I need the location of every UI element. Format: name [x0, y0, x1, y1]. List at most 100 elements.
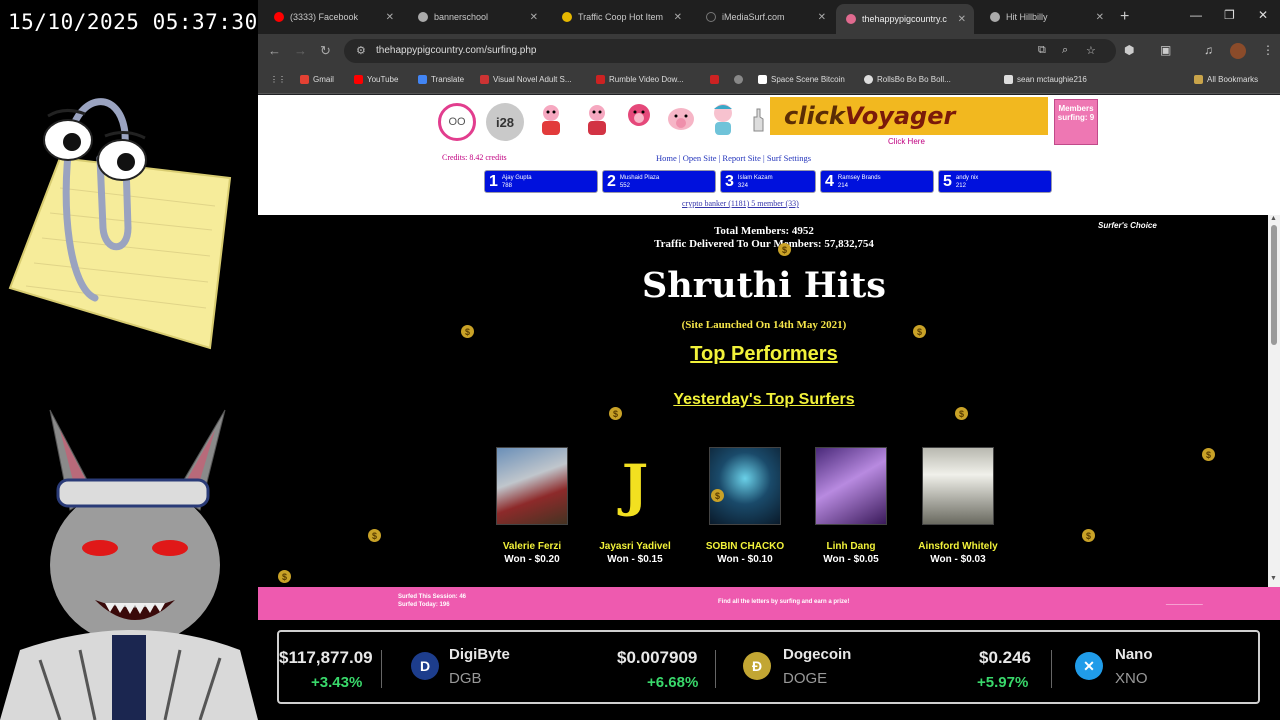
surfer-winnings: Won - $0.10 [717, 554, 773, 565]
surfer-winnings: Won - $0.05 [823, 554, 879, 565]
apps-grid-icon[interactable]: ⋮⋮ [270, 75, 286, 84]
click-here-link[interactable]: Click Here [888, 137, 925, 146]
click-voyager-ad-banner[interactable]: click Voyager [770, 97, 1048, 135]
bookmark-youtube[interactable]: YouTube [354, 75, 398, 84]
ticker-price: $0.246 [979, 648, 1031, 667]
tab-bar: (3333) Facebook ✕ bannerschool ✕ Traffic… [258, 0, 1280, 34]
profile-avatar[interactable] [1230, 43, 1246, 59]
close-tab-icon[interactable]: ✕ [1096, 12, 1104, 23]
ranking-item[interactable]: 3 Islam Kazam 324 [720, 170, 816, 193]
site-title: Shruthi Hits [642, 265, 886, 306]
forward-icon[interactable]: → [294, 43, 307, 58]
surfer-name: Linh Dang [826, 541, 876, 552]
pig-button-3-icon[interactable] [622, 101, 656, 139]
sponsor-banner-link[interactable]: crypto banker (1181) 5 member (33) [682, 199, 799, 208]
bookmark-icon-only-2[interactable] [734, 75, 743, 84]
ranking-item[interactable]: 5 andy nix 212 [938, 170, 1052, 193]
bookmark-translate[interactable]: Translate [418, 75, 464, 84]
pig-button-1-icon[interactable] [534, 101, 568, 139]
all-bookmarks-label: All Bookmarks [1207, 75, 1259, 84]
falling-coin-icon: $ [711, 489, 724, 502]
media-icon[interactable]: ♫ [1204, 43, 1213, 57]
maximize-icon[interactable]: ❐ [1224, 8, 1235, 22]
ticker-change: +5.97% [977, 674, 1029, 691]
site-info-icon[interactable]: ⚙ [356, 44, 366, 57]
session-stats: Surfed This Session: 46 Surfed Today: 19… [398, 593, 466, 609]
tab-label: (3333) Facebook [290, 12, 359, 22]
tab-bannerschool[interactable]: bannerschool ✕ [408, 6, 546, 28]
bookmark-gmail[interactable]: Gmail [300, 75, 334, 84]
coin-symbol: DGB [449, 670, 482, 687]
counter-circle: i28 [486, 103, 524, 141]
tab-search-icon[interactable]: ▣ [1160, 43, 1171, 57]
close-tab-icon[interactable]: ✕ [674, 12, 682, 23]
ranking-item[interactable]: 2 Mushaid Plaza 552 [602, 170, 716, 193]
bookmark-sean[interactable]: sean mctaughie216 [1004, 75, 1087, 84]
rank-name: Ajay Gupta [501, 174, 532, 181]
pig-button-4-icon[interactable] [664, 101, 698, 139]
ranking-item[interactable]: 4 Ramsey Brands 214 [820, 170, 934, 193]
visual-novel-icon [480, 75, 489, 84]
bookmark-visual-novel[interactable]: Visual Novel Adult S... [480, 75, 572, 84]
bookmarks-bar: ⋮⋮ Gmail YouTube Translate Visual Novel … [258, 68, 1280, 94]
scrollbar-thumb[interactable] [1271, 225, 1277, 345]
coin-symbol: XNO [1115, 670, 1148, 687]
zoom-icon[interactable]: ⌕ [1062, 44, 1068, 57]
tab-happypig-active[interactable]: thehappypigcountry.c ✕ [836, 4, 974, 34]
close-tab-icon[interactable]: ✕ [530, 12, 538, 23]
bookmark-icon-only-1[interactable] [710, 75, 719, 84]
scroll-down-icon[interactable]: ▼ [1270, 575, 1277, 582]
bookmark-space-scene[interactable]: Space Scene Bitcoin [758, 75, 845, 84]
close-tab-icon[interactable]: ✕ [386, 12, 394, 23]
tab-imediasurf[interactable]: iMediaSurf.com ✕ [696, 6, 834, 28]
falling-coin-icon: $ [778, 243, 791, 256]
menu-kebab-icon[interactable]: ⋮ [1262, 43, 1274, 57]
new-tab-icon[interactable]: + [1120, 8, 1129, 26]
surf-nav-links[interactable]: Home | Open Site | Report Site | Surf Se… [656, 153, 811, 163]
falling-coin-icon: $ [461, 325, 474, 338]
tab-facebook[interactable]: (3333) Facebook ✕ [264, 6, 402, 28]
yesterday-top-surfers-link[interactable]: Yesterday's Top Surfers [258, 391, 1270, 409]
tab-traffic-coop[interactable]: Traffic Coop Hot Item ✕ [552, 6, 690, 28]
close-tab-icon[interactable]: ✕ [818, 12, 826, 23]
dogecoin-logo-icon: Ð [743, 652, 771, 680]
traffic-coop-favicon-icon [562, 12, 572, 22]
bookmark-label: Gmail [313, 75, 334, 84]
tab-label: bannerschool [434, 12, 489, 22]
space-scene-icon [758, 75, 767, 84]
back-icon[interactable]: ← [268, 43, 281, 58]
tab-hit-hillbilly[interactable]: Hit Hillbilly ✕ [980, 6, 1112, 28]
traffic-delivered-text: Traffic Delivered To Our Members: 57,832… [654, 238, 874, 250]
surfed-today-text: Surfed Today: 196 [398, 602, 450, 608]
address-bar[interactable]: ⚙ thehappypigcountry.com/surfing.php ⧉ ⌕… [344, 39, 1116, 63]
top-performers-link[interactable]: Top Performers [258, 343, 1270, 366]
top-surfer-card: Ainsford Whitely Won - $0.03 [903, 447, 1013, 565]
surf-bar-header: OO i28 click Voyager Click Here Members s… [258, 95, 1280, 215]
minimize-icon[interactable]: — [1190, 8, 1202, 22]
bookmark-rumble[interactable]: Rumble Video Dow... [596, 75, 684, 84]
scroll-up-icon[interactable]: ▲ [1270, 215, 1277, 222]
bookmark-label: RollsBo Bo Bo Boll... [877, 75, 951, 84]
ticker-separator [715, 650, 716, 688]
page-scrollbar[interactable]: ▲ ▼ [1268, 215, 1280, 587]
tab-label: thehappypigcountry.c [862, 14, 947, 24]
coin-name: DigiByte [449, 646, 510, 663]
install-app-icon[interactable]: ⧉ [1038, 44, 1046, 57]
url-text[interactable]: thehappypigcountry.com/surfing.php [376, 45, 536, 56]
close-window-icon[interactable]: ✕ [1258, 8, 1268, 22]
all-bookmarks-button[interactable]: All Bookmarks [1194, 75, 1258, 84]
web-page: OO i28 click Voyager Click Here Members s… [258, 95, 1280, 620]
reload-icon[interactable]: ↻ [320, 43, 331, 59]
ranking-item[interactable]: 1 Ajay Gupta 788 [484, 170, 598, 193]
rank-number: 5 [943, 172, 952, 190]
close-tab-icon[interactable]: ✕ [958, 14, 966, 25]
ticker-price: $0.007909 [617, 648, 698, 667]
extensions-icon[interactable]: ⬢ [1124, 43, 1134, 57]
surfer-name: Ainsford Whitely [918, 541, 998, 552]
sean-icon [1004, 75, 1013, 84]
bookmark-rollsbo[interactable]: RollsBo Bo Bo Boll... [864, 75, 951, 84]
pig-button-2-icon[interactable] [580, 101, 614, 139]
digibyte-logo-icon: D [411, 652, 439, 680]
bookmark-star-icon[interactable]: ☆ [1086, 44, 1096, 57]
pig-button-5-icon[interactable] [706, 101, 740, 139]
